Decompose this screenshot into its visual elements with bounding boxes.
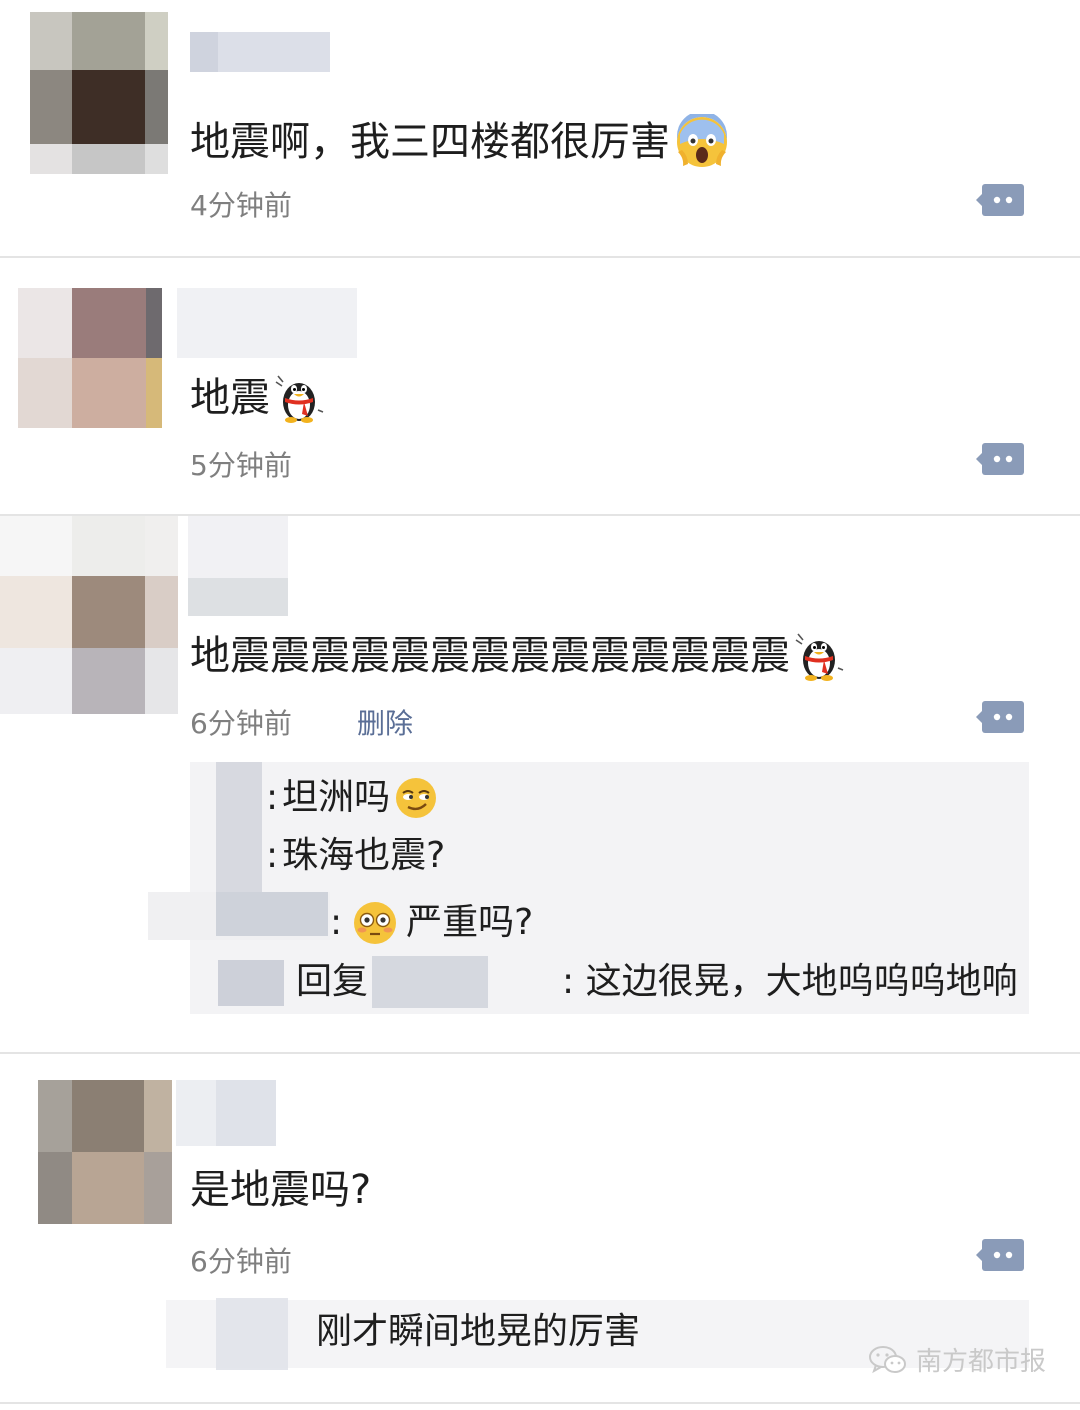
moment-post: 地震 5分钟前	[0, 258, 1080, 514]
delete-link[interactable]: 删除	[357, 702, 413, 742]
post-content: 地震啊，我三四楼都很厉害	[190, 114, 730, 170]
flushed-face-icon	[354, 902, 397, 944]
smirk-face-icon	[396, 778, 437, 818]
reply-item[interactable]: : 珠海也震?	[266, 838, 445, 874]
scream-face-icon	[677, 114, 727, 167]
timestamp: 5分钟前	[190, 449, 292, 482]
reply-author[interactable]	[216, 892, 328, 936]
username[interactable]	[188, 516, 288, 616]
reply-item[interactable]: 回复 : 这边很晃，大地呜呜呜地响	[296, 964, 1018, 1000]
timestamp: 4分钟前	[190, 189, 292, 222]
moment-post: 地震啊，我三四楼都很厉害 4分钟前	[0, 0, 1080, 256]
reply-text: 珠海也震?	[282, 835, 446, 876]
comment-icon[interactable]	[976, 441, 1026, 477]
reply-text: 严重吗?	[406, 902, 534, 943]
timestamp: 6分钟前	[190, 1245, 292, 1278]
post-text: 地震啊，我三四楼都很厉害	[190, 119, 670, 165]
timestamp: 6分钟前	[190, 707, 292, 740]
comment-icon[interactable]	[976, 182, 1026, 218]
reply-list: : 坦洲吗 : 珠海也震? : 严重吗? 回复: 这边很晃，大地呜呜呜地响	[148, 762, 1029, 1014]
watermark-text: 南方都市报	[915, 1347, 1046, 1377]
reply-text: 坦洲吗	[282, 777, 391, 818]
post-content: 是地震吗?	[190, 1170, 371, 1210]
avatar[interactable]	[0, 516, 178, 714]
reply-text: 刚才瞬间地晃的厉害	[316, 1311, 641, 1352]
avatar[interactable]	[18, 288, 162, 428]
username[interactable]	[190, 32, 330, 72]
reply-author[interactable]	[218, 960, 284, 1006]
post-divider	[0, 1402, 1080, 1404]
wechat-icon	[868, 1345, 906, 1373]
post-text: 是地震吗?	[190, 1167, 372, 1213]
post-content: 地震	[190, 372, 324, 424]
avatar[interactable]	[38, 1080, 172, 1224]
qq-penguin-icon	[795, 633, 844, 681]
post-text: 地震震震震震震震震震震震震震震	[190, 633, 790, 679]
avatar[interactable]	[30, 12, 168, 174]
username[interactable]	[177, 288, 357, 358]
post-content: 地震震震震震震震震震震震震震震	[190, 630, 844, 682]
reply-word: 回复	[296, 961, 369, 1002]
username[interactable]	[176, 1080, 276, 1146]
qq-penguin-icon	[275, 375, 324, 423]
comment-icon[interactable]	[976, 699, 1026, 735]
watermark: 南方都市报	[868, 1341, 1046, 1378]
moment-post: 地震震震震震震震震震震震震震震 6分钟前 删除 : 坦洲吗: 珠海也震?: …	[0, 516, 1080, 1052]
post-text: 地震	[190, 375, 270, 421]
reply-author[interactable]	[216, 1298, 288, 1370]
reply-item[interactable]: 刚才瞬间地晃的厉害	[316, 1314, 640, 1350]
reply-item[interactable]: : 严重吗?	[330, 900, 533, 946]
comment-icon[interactable]	[976, 1237, 1026, 1273]
reply-item[interactable]: : 坦洲吗	[266, 776, 438, 820]
reply-text: : 这边很晃，大地呜呜呜地响	[562, 961, 1018, 1002]
